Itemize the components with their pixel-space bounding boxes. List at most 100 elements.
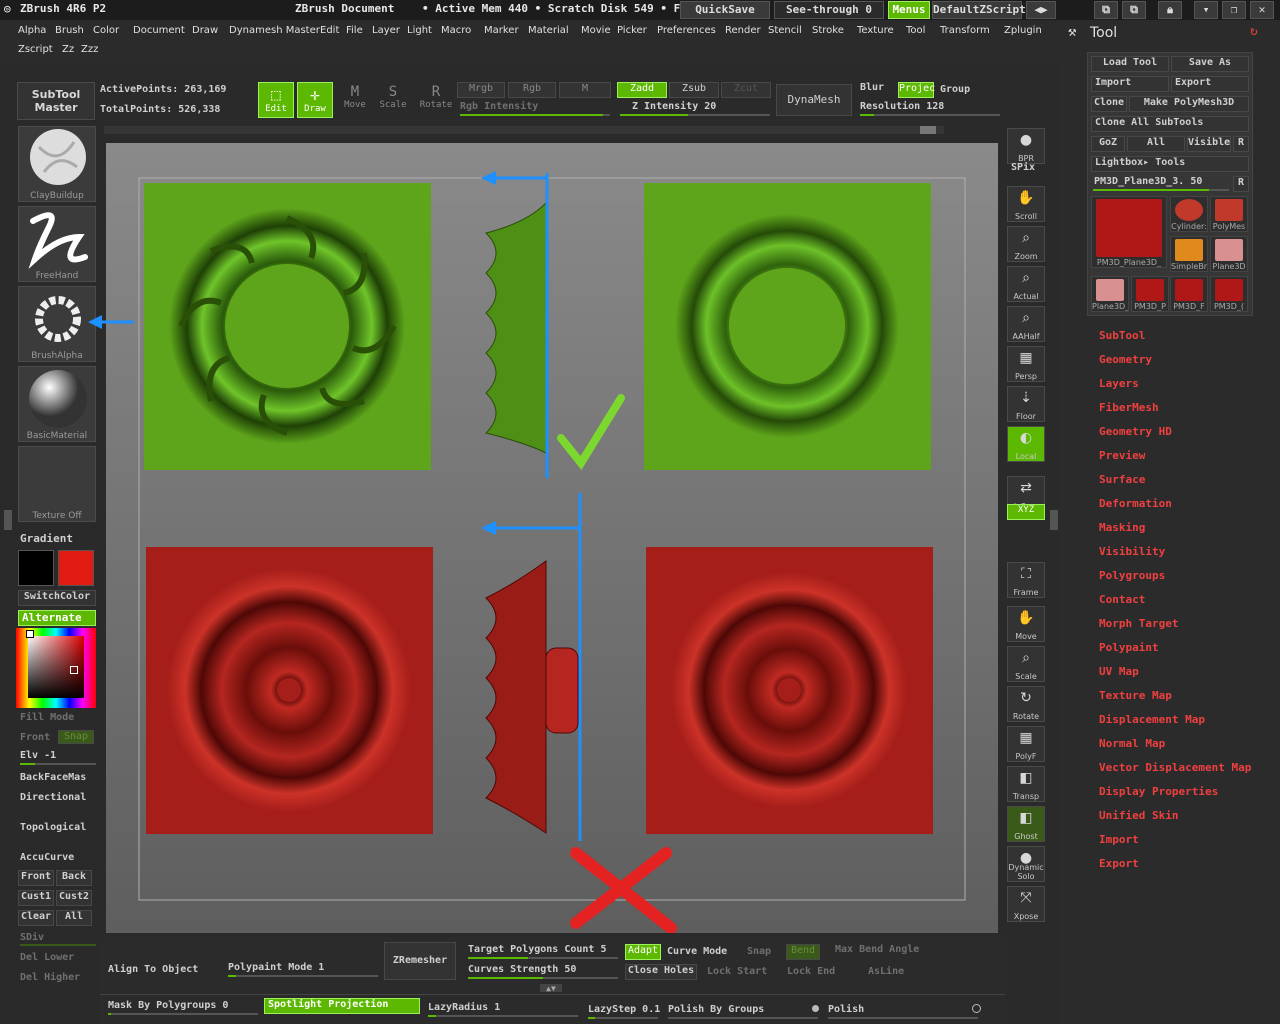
target-polygons-slider[interactable]: Target Polygons Count 5 xyxy=(468,944,606,955)
current-tool-track[interactable] xyxy=(1093,189,1229,191)
zremesher-button[interactable]: ZRemesher xyxy=(384,942,456,980)
mask-by-polygroups-slider[interactable]: Mask By Polygroups 0 xyxy=(108,1000,228,1011)
xyz-symmetry-toggle[interactable]: XYZ xyxy=(1007,504,1045,520)
close-holes-toggle[interactable]: Close Holes xyxy=(625,964,697,980)
goz-visible-button[interactable]: Visible xyxy=(1187,136,1231,152)
polish-dot-icon[interactable] xyxy=(972,1004,981,1013)
stroke-selector[interactable]: FreeHand xyxy=(18,206,96,282)
front-button[interactable]: Front xyxy=(20,732,50,743)
polish-slider[interactable]: Polish xyxy=(828,1004,864,1015)
menu-alpha[interactable]: Alpha xyxy=(18,25,46,36)
layout2-icon[interactable]: ⧉ xyxy=(1122,1,1146,19)
export-button[interactable]: Export xyxy=(1171,76,1249,92)
mask-by-polygroups-track[interactable] xyxy=(108,1013,258,1015)
lazyradius-track[interactable] xyxy=(428,1015,578,1017)
tool-section-display-properties[interactable]: Display Properties xyxy=(1099,785,1218,798)
tool-section-polygroups[interactable]: Polygroups xyxy=(1099,569,1165,582)
spix-slider[interactable]: SPix xyxy=(1011,162,1035,173)
alpha-selector[interactable]: BrushAlpha xyxy=(18,286,96,362)
tool-section-normal-map[interactable]: Normal Map xyxy=(1099,737,1165,750)
tool-section-deformation[interactable]: Deformation xyxy=(1099,497,1172,510)
menu-zzz[interactable]: Zzz xyxy=(81,44,98,55)
polish-by-groups-track[interactable] xyxy=(668,1017,818,1019)
lock-end-toggle[interactable]: Lock End xyxy=(787,966,835,977)
curves-strength-slider[interactable]: Curves Strength 50 xyxy=(468,964,576,975)
ghost-button[interactable]: ◧ Ghost xyxy=(1007,806,1045,842)
menu-draw[interactable]: Draw xyxy=(192,25,218,36)
zadd-button[interactable]: Zadd xyxy=(617,82,667,98)
lightbox-tools-button[interactable]: Lightbox▸ Tools xyxy=(1091,156,1249,172)
tool-thumbnail[interactable]: Cylinder: xyxy=(1170,196,1208,232)
tool-r-button[interactable]: R xyxy=(1233,176,1249,192)
collapse-arrows-icon[interactable]: ▲▼ xyxy=(540,984,562,993)
tool-section-texture-map[interactable]: Texture Map xyxy=(1099,689,1172,702)
tool-section-import[interactable]: Import xyxy=(1099,833,1139,846)
fill-mode[interactable]: Fill Mode xyxy=(20,712,74,723)
tool-section-vector-displacement-map[interactable]: Vector Displacement Map xyxy=(1099,761,1251,774)
color-sv-cursor-icon[interactable] xyxy=(70,666,78,674)
clear-button[interactable]: Clear xyxy=(18,910,54,926)
front-view-button[interactable]: Front xyxy=(18,870,54,886)
scale-button[interactable]: ⌕ Scale xyxy=(1007,646,1045,682)
lazyradius-slider[interactable]: LazyRadius 1 xyxy=(428,1002,500,1013)
tool-section-preview[interactable]: Preview xyxy=(1099,449,1145,462)
scroll-thumb[interactable] xyxy=(920,126,936,134)
align-to-object-button[interactable]: Align To Object xyxy=(108,964,198,975)
clone-button[interactable]: Clone xyxy=(1091,96,1127,112)
z-intensity-track[interactable] xyxy=(620,114,770,116)
move-button[interactable]: M Move xyxy=(338,84,372,118)
cust2-button[interactable]: Cust2 xyxy=(56,890,92,906)
m-button[interactable]: M xyxy=(559,82,611,98)
scroll-button[interactable]: ✋ Scroll xyxy=(1007,186,1045,222)
polish-by-groups-slider[interactable]: Polish By Groups xyxy=(668,1004,764,1015)
layout-arrows-icon[interactable]: ◀▶ xyxy=(1026,1,1056,19)
tool-section-masking[interactable]: Masking xyxy=(1099,521,1145,534)
tool-thumbnail[interactable]: PolyMes xyxy=(1210,196,1248,232)
polyf-button[interactable]: ▦ PolyF xyxy=(1007,726,1045,762)
lock-icon[interactable]: 🔒︎ xyxy=(1158,1,1182,19)
material-selector[interactable]: BasicMaterial xyxy=(18,366,96,442)
color-picker[interactable] xyxy=(16,628,96,708)
menu-dynamesh-master[interactable]: Dynamesh Master xyxy=(229,25,320,36)
tool-section-unified-skin[interactable]: Unified Skin xyxy=(1099,809,1178,822)
make-polymesh-button[interactable]: Make PolyMesh3D xyxy=(1129,96,1249,112)
menu-texture[interactable]: Texture xyxy=(857,25,894,36)
minimize-icon[interactable]: ▾ xyxy=(1194,1,1218,19)
menu-zscript[interactable]: Zscript xyxy=(18,44,53,55)
scale-button[interactable]: S Scale xyxy=(376,84,410,118)
menu-transform[interactable]: Transform xyxy=(940,25,990,36)
mrgb-button[interactable]: Mrgb xyxy=(457,82,505,98)
menu-render[interactable]: Render xyxy=(725,25,761,36)
directional-toggle[interactable]: Directional xyxy=(20,792,86,803)
tool-section-polypaint[interactable]: Polypaint xyxy=(1099,641,1159,654)
elv-track[interactable] xyxy=(20,763,96,765)
rgb-intensity-slider[interactable]: Rgb Intensity xyxy=(460,101,538,112)
close-icon[interactable]: ✕ xyxy=(1250,1,1274,19)
tool-section-displacement-map[interactable]: Displacement Map xyxy=(1099,713,1205,726)
menu-marker[interactable]: Marker xyxy=(484,25,519,36)
tool-thumbnail[interactable]: Plane3D_ xyxy=(1091,276,1129,312)
asline-toggle[interactable]: AsLine xyxy=(868,966,904,977)
menu-brush[interactable]: Brush xyxy=(55,25,84,36)
snap-toggle-bottom[interactable]: Snap xyxy=(747,946,771,957)
accucurve-toggle[interactable]: AccuCurve xyxy=(20,852,74,863)
menu-stencil[interactable]: Stencil xyxy=(768,25,802,36)
horizontal-scrollbar[interactable] xyxy=(104,126,944,134)
menu-document[interactable]: Document xyxy=(133,25,185,36)
brush-selector[interactable]: ClayBuildup xyxy=(18,126,96,202)
menu-preferences[interactable]: Preferences xyxy=(657,25,716,36)
default-zscript-button[interactable]: DefaultZScript xyxy=(932,1,1026,19)
aahalf-button[interactable]: ⌕ AAHalf xyxy=(1007,306,1045,342)
menu-macro[interactable]: Macro xyxy=(441,25,471,36)
zcut-button[interactable]: Zcut xyxy=(721,82,771,98)
gradient-toggle[interactable]: Gradient xyxy=(20,532,73,545)
tool-section-geometry-hd[interactable]: Geometry HD xyxy=(1099,425,1172,438)
menu-stroke[interactable]: Stroke xyxy=(812,25,844,36)
menu-color[interactable]: Color xyxy=(93,25,119,36)
dynamesh-button[interactable]: DynaMesh xyxy=(776,84,852,116)
canvas-viewport[interactable] xyxy=(106,143,998,934)
floor-button[interactable]: ⇣ Floor xyxy=(1007,386,1045,422)
tool-section-contact[interactable]: Contact xyxy=(1099,593,1145,606)
bend-toggle[interactable]: Bend xyxy=(786,944,820,960)
transp-button[interactable]: ◧ Transp xyxy=(1007,766,1045,802)
